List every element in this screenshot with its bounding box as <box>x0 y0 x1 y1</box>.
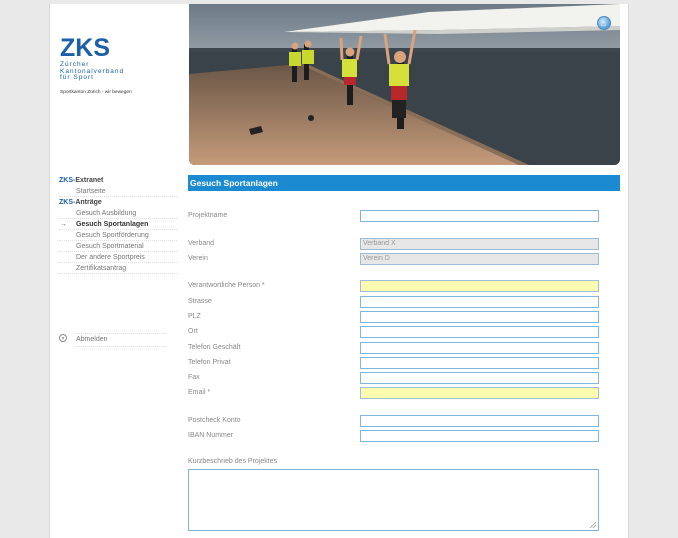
postcheck-konto-label: Postcheck Konto <box>188 417 241 424</box>
ort-input[interactable] <box>360 326 599 338</box>
sidebar-item-gesuch-ausbildung[interactable]: Gesuch Ausbildung <box>59 208 177 219</box>
sidebar-item-startseite[interactable]: Startseite <box>59 186 177 197</box>
hero-image-rowers <box>189 4 620 165</box>
logout-label: Abmelden <box>76 333 166 347</box>
form-row-strasse: Strasse <box>188 296 620 308</box>
nav-group-title: Extranet <box>75 177 104 184</box>
form-row-projektname: Projektname <box>188 210 620 222</box>
form-row-verantwortliche-person: Verantwortliche Person * <box>188 280 620 292</box>
logo-name: Zürcher Kantonalverband für Sport <box>60 61 124 82</box>
page-title: Gesuch Sportanlagen <box>188 175 620 191</box>
kurzbeschrieb-label: Kurzbeschrieb des Projektes <box>188 458 278 465</box>
sidebar-item-label: Gesuch Sportförderung <box>76 232 149 239</box>
sidebar-item-label: Gesuch Ausbildung <box>76 210 137 217</box>
sidebar-item-der-andere-sportpreis[interactable]: Der andere Sportpreis <box>59 252 177 263</box>
fax-label: Fax <box>188 374 200 381</box>
plz-input[interactable] <box>360 311 599 323</box>
sidebar-item-label: Der andere Sportpreis <box>76 254 145 261</box>
plz-label: PLZ <box>188 313 201 320</box>
kurzbeschrieb-textarea[interactable] <box>188 469 599 531</box>
postcheck-konto-input[interactable] <box>360 415 599 427</box>
form-row-telefon-privat: Telefon Privat <box>188 357 620 369</box>
logo-claim: Sportkanton Zürich - wir bewegen <box>60 89 132 95</box>
fax-input[interactable] <box>360 372 599 384</box>
verein-label: Verein <box>188 255 208 262</box>
projektname-input[interactable] <box>360 210 599 222</box>
iban-label: IBAN Nummer <box>188 432 234 439</box>
home-icon: ⌂ <box>601 19 606 28</box>
telefon-geschaeft-input[interactable] <box>360 342 599 354</box>
arrow-right-icon: → <box>60 221 67 228</box>
resize-grip-icon[interactable] <box>590 522 596 528</box>
nav-group-prefix: ZKS- <box>59 177 76 184</box>
nav-group-prefix: ZKS- <box>59 199 76 206</box>
logout-circle-icon <box>59 334 67 342</box>
sidebar-nav: ZKS-Extranet Startseite ZKS-Anträge Gesu… <box>59 175 177 274</box>
projektname-label: Projektname <box>188 212 228 219</box>
form-row-ort: Ort <box>188 326 620 338</box>
page-container: ZKS Zürcher Kantonalverband für Sport Sp… <box>49 4 629 538</box>
nav-group-extranet: ZKS-Extranet <box>59 175 177 186</box>
telefon-geschaeft-label: Telefon Geschäft <box>188 344 241 351</box>
nav-group-antraege: ZKS-Anträge <box>59 197 177 208</box>
sidebar-item-label: Zertifikatsantrag <box>76 265 127 272</box>
sidebar-item-gesuch-sportmaterial[interactable]: Gesuch Sportmaterial <box>59 241 177 252</box>
email-input[interactable] <box>360 387 599 399</box>
strasse-label: Strasse <box>188 298 212 305</box>
form-row-iban: IBAN Nummer <box>188 430 620 442</box>
sidebar-item-label: Startseite <box>76 188 106 195</box>
email-label: Email * <box>188 389 211 396</box>
zks-logo[interactable]: ZKS Zürcher Kantonalverband für Sport Sp… <box>60 36 170 95</box>
iban-input[interactable] <box>360 430 599 442</box>
sidebar-item-label: Gesuch Sportmaterial <box>76 243 144 250</box>
logout-link[interactable]: Abmelden <box>59 332 177 347</box>
logo-abbr: ZKS <box>60 34 110 62</box>
form-row-plz: PLZ <box>188 311 620 323</box>
sidebar-item-gesuch-sportanlagen[interactable]: → Gesuch Sportanlagen <box>59 219 177 230</box>
nav-group-title: Anträge <box>75 199 102 206</box>
sidebar-item-label: Gesuch Sportanlagen <box>76 221 149 228</box>
sidebar-item-zertifikatsantrag[interactable]: Zertifikatsantrag <box>59 263 177 274</box>
strasse-input[interactable] <box>360 296 599 308</box>
form-row-fax: Fax <box>188 372 620 384</box>
form-row-verband: Verband Verband X <box>188 238 620 250</box>
sidebar-item-gesuch-sportfoerderung[interactable]: Gesuch Sportförderung <box>59 230 177 241</box>
telefon-privat-label: Telefon Privat <box>188 359 231 366</box>
home-button[interactable]: ⌂ <box>597 16 611 30</box>
ort-label: Ort <box>188 328 198 335</box>
verband-label: Verband <box>188 240 215 247</box>
form-row-verein: Verein Verein D <box>188 253 620 265</box>
verantwortliche-person-input[interactable] <box>360 280 599 292</box>
form-row-telefon-geschaeft: Telefon Geschäft <box>188 342 620 354</box>
telefon-privat-input[interactable] <box>360 357 599 369</box>
logo-name-line: für Sport <box>60 74 94 81</box>
form-row-postcheck-konto: Postcheck Konto <box>188 415 620 427</box>
verband-input: Verband X <box>360 238 599 250</box>
verantwortliche-person-label: Verantwortliche Person * <box>188 282 265 289</box>
form-row-email: Email * <box>188 387 620 399</box>
verein-input: Verein D <box>360 253 599 265</box>
